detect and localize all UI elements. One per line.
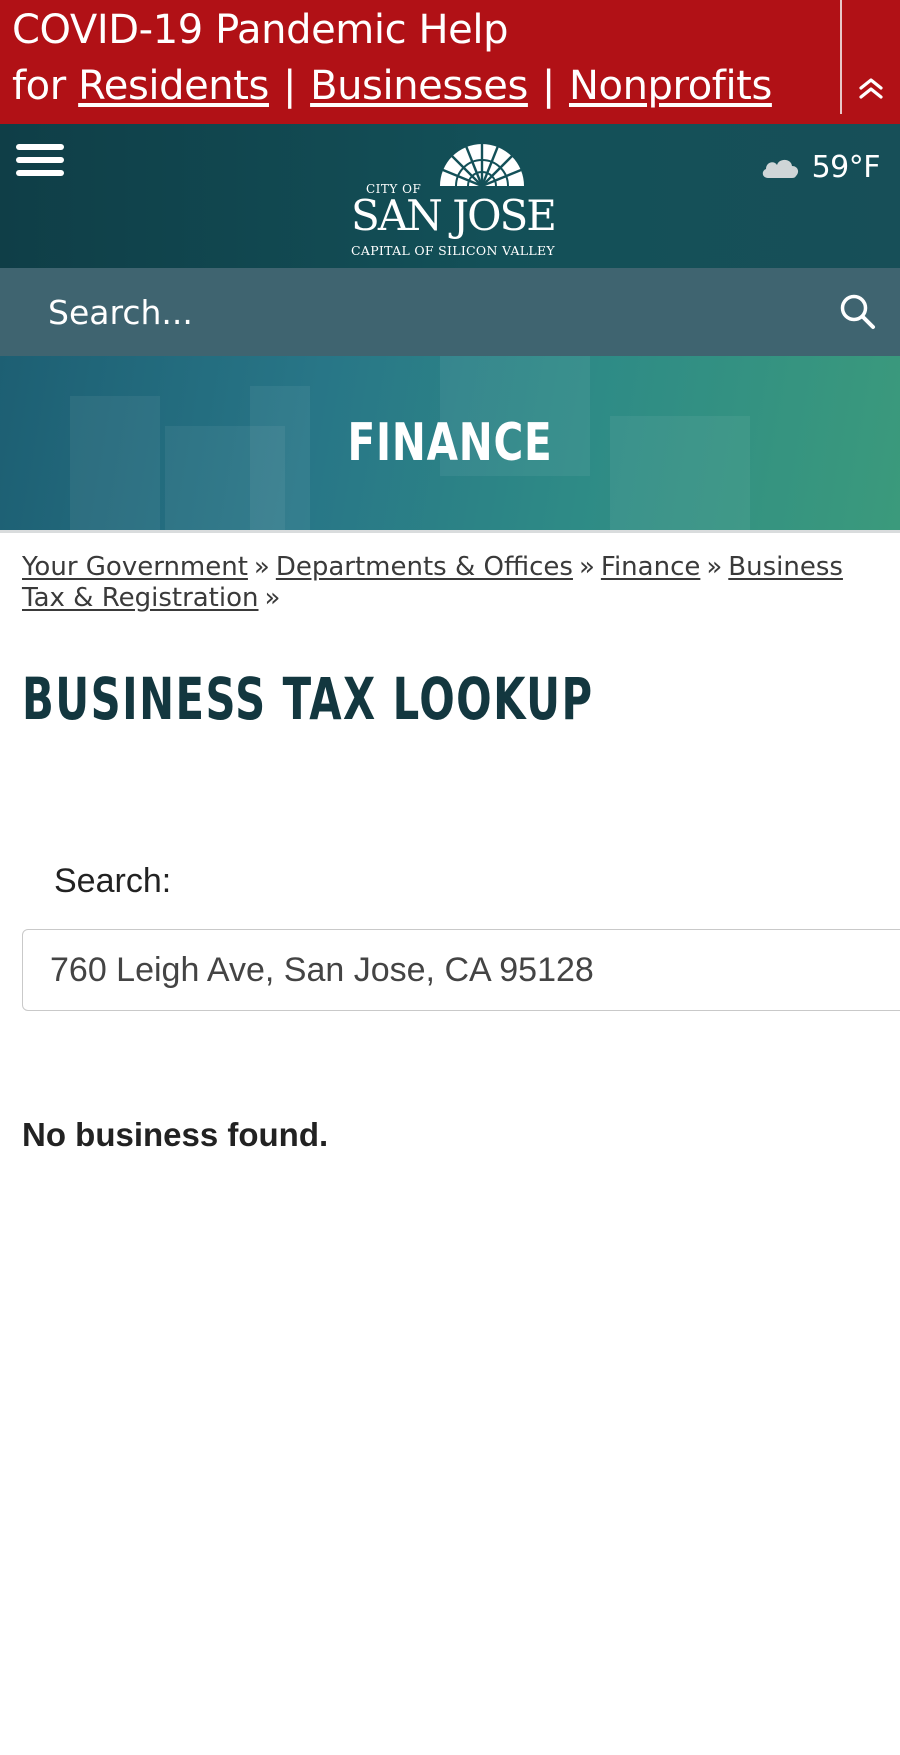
lookup-search-label: Search: xyxy=(54,862,172,900)
menu-bar xyxy=(16,170,64,176)
search-icon xyxy=(840,294,875,329)
covid-banner-title: COVID-19 Pandemic Help xyxy=(12,7,509,53)
weather-widget[interactable]: 59°F xyxy=(760,150,881,185)
menu-bar xyxy=(16,144,64,150)
covid-link-separator: | xyxy=(282,63,297,109)
logo-city-name: SAN JOSE xyxy=(351,191,557,240)
breadcrumb: Your Government» Departments & Offices» Fi… xyxy=(22,552,882,614)
breadcrumb-link-finance[interactable]: Finance xyxy=(601,552,700,582)
banner-collapse-button[interactable] xyxy=(842,58,900,118)
hero-title: FINANCE xyxy=(347,413,553,473)
page-title: BUSINESS TAX LOOKUP xyxy=(22,665,594,733)
site-search-input[interactable] xyxy=(0,268,820,356)
covid-banner-links: for Residents | Businesses | Nonprofits xyxy=(12,58,772,114)
site-header: CITY OF SAN JOSE CAPITAL OF SILICON VALL… xyxy=(0,124,900,268)
covid-banner-text: COVID-19 Pandemic Help for Residents | Bus… xyxy=(12,2,772,114)
weather-temperature: 59°F xyxy=(811,150,881,185)
breadcrumb-separator: » xyxy=(578,552,595,582)
covid-link-nonprofits[interactable]: Nonprofits xyxy=(569,63,772,109)
breadcrumb-separator: » xyxy=(264,583,281,613)
hamburger-menu-button[interactable] xyxy=(16,144,64,180)
covid-banner: COVID-19 Pandemic Help for Residents | Bus… xyxy=(0,0,900,124)
logo-tagline: CAPITAL OF SILICON VALLEY xyxy=(351,243,555,258)
covid-link-separator: | xyxy=(541,63,555,109)
breadcrumb-separator: » xyxy=(253,552,270,582)
site-search-button[interactable] xyxy=(838,292,878,332)
sun-emblem-icon xyxy=(440,142,524,188)
covid-link-residents[interactable]: Residents xyxy=(78,63,269,109)
double-chevron-up-icon xyxy=(859,78,883,99)
menu-bar xyxy=(16,157,64,163)
city-logo[interactable]: CITY OF SAN JOSE CAPITAL OF SILICON VALL… xyxy=(348,136,558,258)
lookup-result-message: No business found. xyxy=(22,1116,329,1153)
cloud-icon xyxy=(762,159,798,178)
department-hero-banner: FINANCE xyxy=(0,356,900,533)
breadcrumb-link-your-government[interactable]: Your Government xyxy=(22,552,248,582)
covid-banner-prefix: for xyxy=(12,63,66,109)
breadcrumb-link-departments[interactable]: Departments & Offices xyxy=(276,552,573,582)
site-search-bar xyxy=(0,268,900,356)
covid-link-businesses[interactable]: Businesses xyxy=(310,63,528,109)
breadcrumb-separator: » xyxy=(706,552,723,582)
lookup-search-input[interactable] xyxy=(22,929,900,1011)
